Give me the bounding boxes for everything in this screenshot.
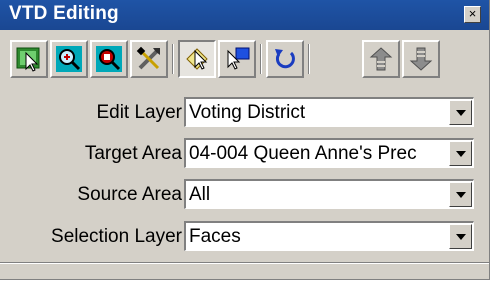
magnifier-map-icon — [96, 46, 122, 72]
toolbar-separator — [172, 44, 174, 74]
source-area-row: Source Area All — [0, 178, 490, 212]
selection-layer-value: Faces — [189, 226, 241, 247]
edit-layer-value: Voting District — [189, 102, 306, 123]
zoom-in-button[interactable] — [50, 40, 88, 78]
target-area-row: Target Area 04-004 Queen Anne's Prec — [0, 137, 490, 171]
chevron-down-icon — [455, 233, 466, 240]
pointer-move-icon — [227, 47, 250, 70]
dropdown-arrow-button[interactable] — [449, 141, 472, 166]
edit-layer-select[interactable]: Voting District — [184, 97, 474, 127]
dropdown-arrow-button[interactable] — [449, 224, 472, 249]
chevron-down-icon — [455, 191, 466, 198]
window-bottom-divider — [0, 262, 489, 264]
target-area-select[interactable]: 04-004 Queen Anne's Prec — [184, 138, 474, 168]
pointer-select-icon — [186, 48, 208, 70]
magnifier-icon — [56, 46, 82, 72]
layer-up-button[interactable] — [362, 40, 400, 78]
source-area-select[interactable]: All — [184, 179, 474, 209]
close-button[interactable]: × — [464, 6, 481, 23]
window-title: VTD Editing — [9, 3, 119, 24]
selection-layer-select[interactable]: Faces — [184, 221, 474, 251]
layer-down-icon — [409, 47, 433, 71]
layer-up-icon — [369, 47, 393, 71]
select-arrow-icon — [16, 47, 40, 72]
chevron-down-icon — [455, 109, 466, 116]
chevron-down-icon — [455, 150, 466, 157]
toolbar — [8, 38, 484, 80]
edit-layer-row: Edit Layer Voting District — [0, 96, 490, 130]
toolbar-separator — [260, 44, 262, 74]
target-area-value: 04-004 Queen Anne's Prec — [189, 143, 417, 164]
selection-layer-row: Selection Layer Faces — [0, 220, 490, 254]
layer-down-button[interactable] — [402, 40, 440, 78]
pointer-move-button[interactable] — [218, 40, 256, 78]
undo-icon — [275, 49, 295, 69]
dropdown-arrow-button[interactable] — [449, 182, 472, 207]
select-tool-button[interactable] — [10, 40, 48, 78]
dropdown-arrow-button[interactable] — [449, 100, 472, 125]
selection-layer-label: Selection Layer — [51, 226, 182, 247]
zoom-selection-button[interactable] — [90, 40, 128, 78]
target-area-label: Target Area — [84, 143, 182, 164]
undo-button[interactable] — [266, 40, 304, 78]
pointer-select-button[interactable] — [178, 40, 216, 78]
tools-button[interactable] — [130, 40, 168, 78]
tools-icon — [136, 46, 160, 70]
source-area-value: All — [189, 184, 211, 205]
edit-layer-label: Edit Layer — [96, 102, 182, 123]
vtd-editing-window: VTD Editing × Edit Layer Voting District… — [0, 0, 490, 280]
source-area-label: Source Area — [77, 184, 182, 205]
toolbar-separator — [308, 44, 310, 74]
title-bar[interactable]: VTD Editing × — [0, 0, 489, 30]
